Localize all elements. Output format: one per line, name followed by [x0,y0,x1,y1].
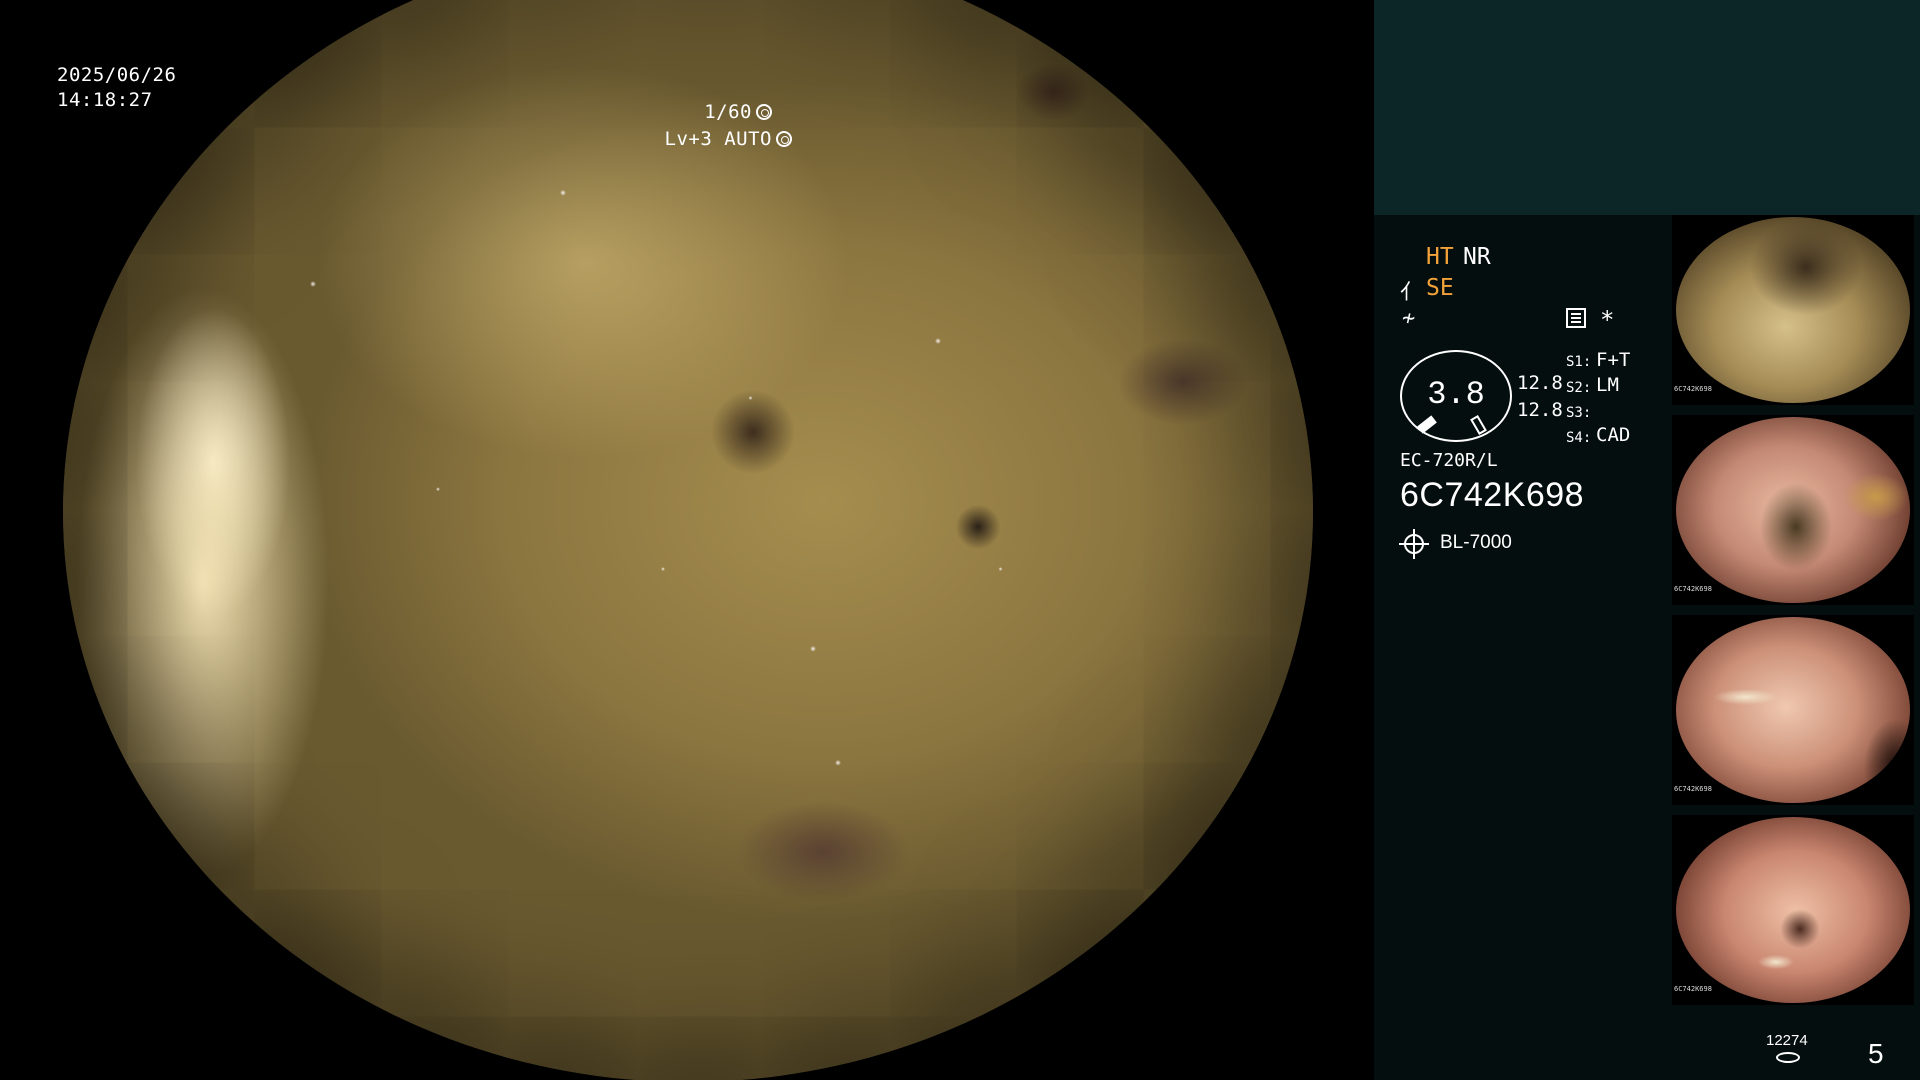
report-sheet-icon [1566,308,1586,328]
capture-thumbnail-2[interactable]: 6C742K698 [1672,415,1914,605]
scope-serial: 6C742K698 [1400,476,1585,514]
endoscope-image [63,0,1313,1080]
shutter-icon [756,104,772,120]
shutter-readout: 1/60 [704,100,772,125]
thumbnail-image [1676,217,1910,403]
readout-value-a: 12.8 [1517,372,1563,394]
storage-counter: 12274 [1766,1032,1808,1049]
readout-value-b: 12.8 [1517,399,1563,421]
switch-2-value: LM [1596,374,1619,396]
contrast-icon: ≁ [1402,306,1416,331]
switch-3-key: S3: [1566,405,1592,421]
panel-header-block [1374,0,1920,215]
gauge-left-marker-icon [1417,415,1437,434]
zoom-gauge: 3.8 [1400,350,1512,442]
se-indicator: SE [1426,275,1454,301]
shutter-value: 1/60 [704,101,752,123]
light-source-model: BL-7000 [1440,532,1512,553]
switch-1-value: F+T [1596,349,1631,371]
thumbnail-image [1676,617,1910,803]
switch-1-key: S1: [1566,354,1592,370]
brightness-level-value: Lv+3 AUTO [664,128,772,150]
date-readout: 2025/06/26 [57,64,177,86]
thumbnail-serial: 6C742K698 [1674,385,1712,393]
endoscope-live-view: 2025/06/26 14:18:27 1/60 Lv+3 AUTO [0,0,1374,1080]
capture-thumbnail-1[interactable]: 6C742K698 [1672,215,1914,405]
time-readout: 14:18:27 [57,89,153,111]
gauge-right-marker-icon [1470,414,1487,436]
auto-iris-icon [776,131,792,147]
storage-disk-icon [1776,1052,1800,1063]
thumbnail-image [1676,417,1910,603]
thumbnail-serial: 6C742K698 [1674,585,1712,593]
asterisk-icon: * [1600,306,1615,334]
page-number: 5 [1868,1038,1884,1069]
brightness-level-readout: Lv+3 AUTO [665,127,792,152]
light-source-icon [1399,529,1429,559]
capture-thumbnail-3[interactable]: 6C742K698 [1672,615,1914,805]
ht-indicator: HT [1426,244,1454,270]
nr-indicator: NR [1463,244,1491,270]
thumbnail-image [1676,817,1910,1003]
switch-2-key: S2: [1566,380,1592,396]
switch-4-key: S4: [1566,430,1592,446]
structure-enhance-icon: ⺅ [1400,280,1421,304]
scope-model: EC-720R/L [1400,450,1498,471]
gauge-value: 3.8 [1427,376,1485,413]
thumbnail-serial: 6C742K698 [1674,985,1712,993]
thumbnail-serial: 6C742K698 [1674,785,1712,793]
capture-thumbnail-4[interactable]: 6C742K698 [1672,815,1914,1005]
switch-4-value: CAD [1596,424,1631,446]
